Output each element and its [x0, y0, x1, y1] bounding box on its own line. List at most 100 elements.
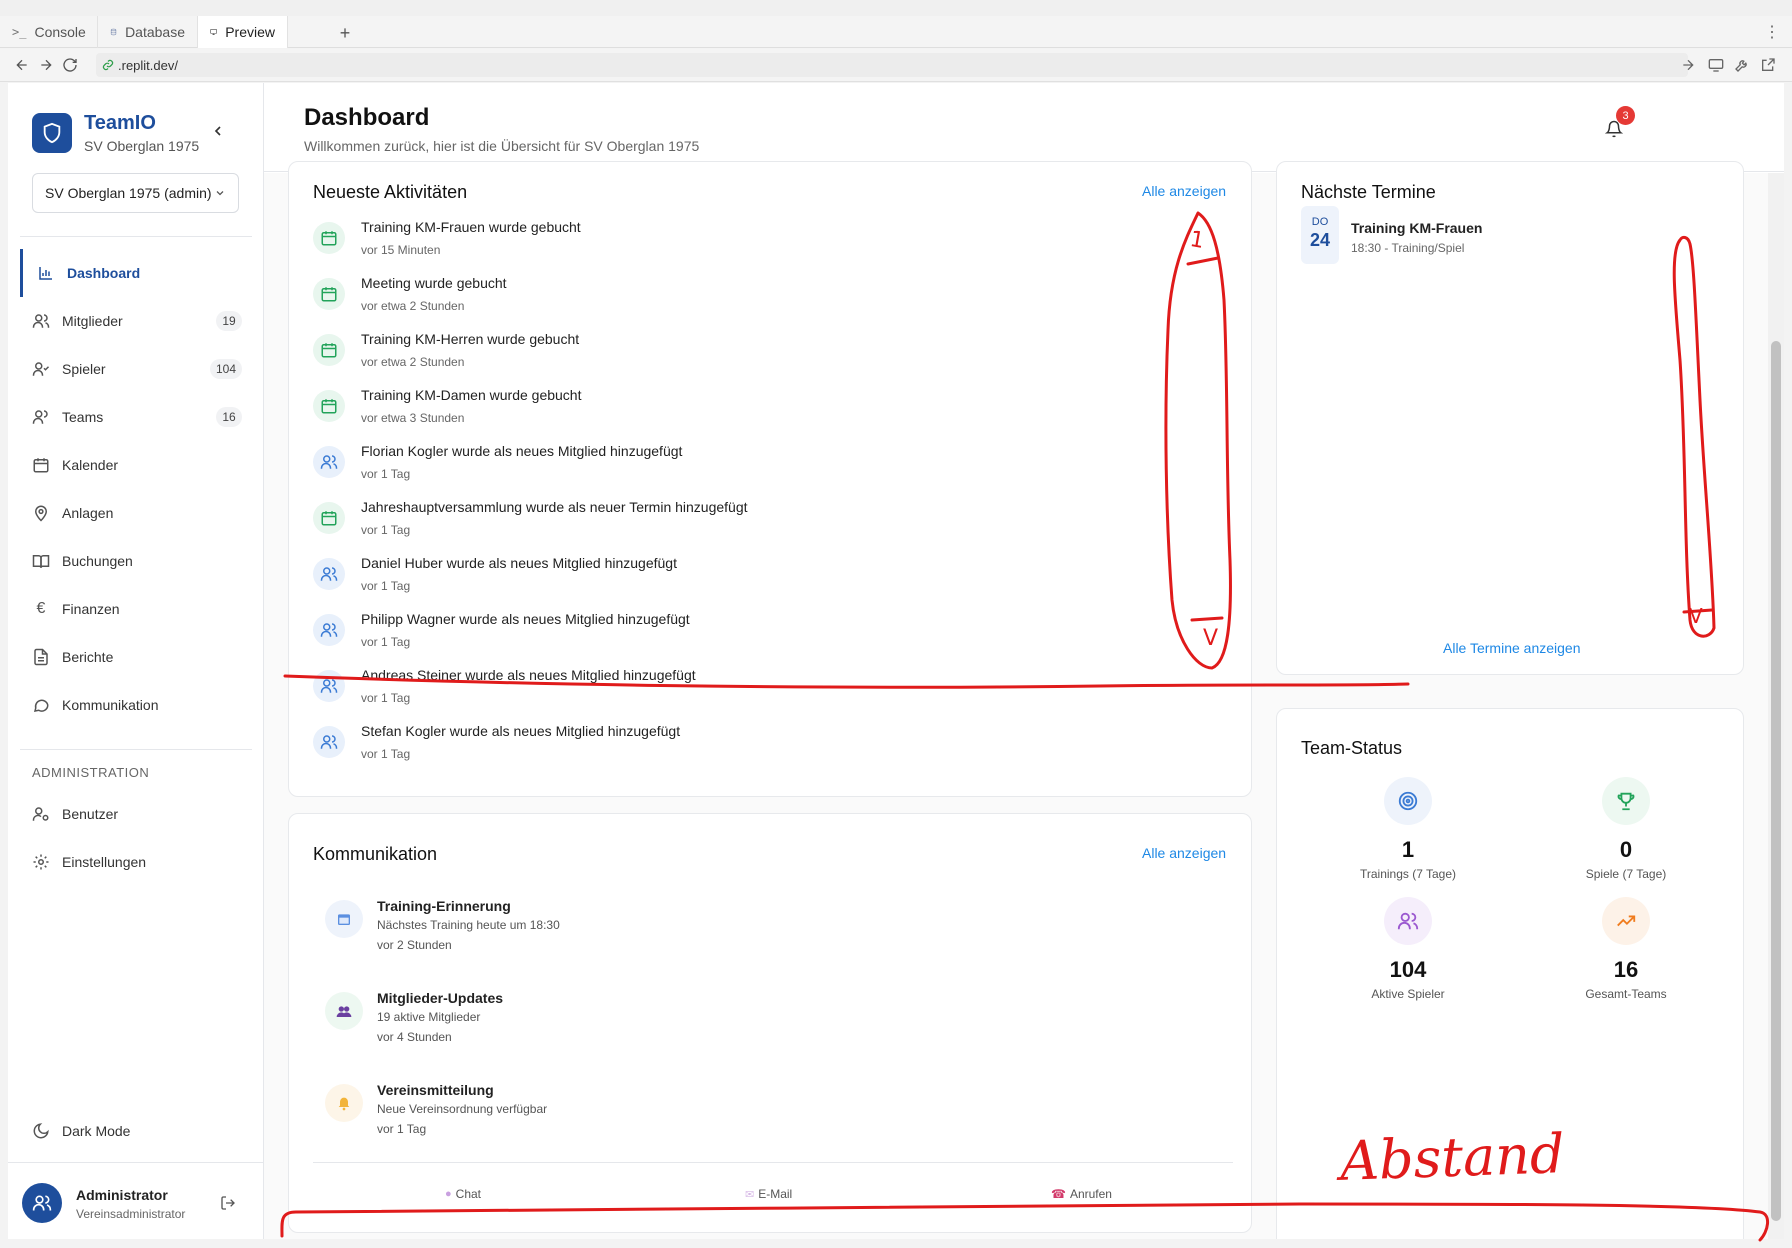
activity-item[interactable]: Daniel Huber wurde als neues Mitglied hi…	[313, 552, 1173, 608]
activity-time: vor 1 Tag	[361, 467, 411, 481]
activity-time: vor 1 Tag	[361, 579, 411, 593]
event-title[interactable]: Training KM-Frauen	[1351, 220, 1482, 236]
stat-label: Trainings (7 Tage)	[1359, 867, 1457, 881]
activity-item[interactable]: Meeting wurde gebucht vor etwa 2 Stunden	[313, 272, 1173, 328]
dark-mode-label: Dark Mode	[62, 1123, 131, 1139]
view-all-communication-link[interactable]: Alle anzeigen	[1142, 845, 1226, 861]
more-options-icon[interactable]: ⋮	[1764, 22, 1780, 42]
page-subtitle: Willkommen zurück, hier ist die Übersich…	[304, 138, 700, 154]
forward-arrow-icon[interactable]	[38, 57, 54, 73]
date-badge: DO 24	[1301, 206, 1339, 264]
sidebar-item-einstellungen[interactable]: Einstellungen	[20, 838, 252, 886]
moon-icon	[33, 1123, 49, 1139]
view-all-activities-link[interactable]: Alle anzeigen	[1142, 183, 1226, 199]
activity-item[interactable]: Training KM-Herren wurde gebucht vor etwa…	[313, 328, 1173, 384]
calendar-icon	[313, 502, 345, 534]
collapse-sidebar-icon[interactable]	[210, 123, 226, 139]
chat-button[interactable]: ● Chat	[445, 1187, 481, 1201]
sidebar-item-benutzer[interactable]: Benutzer	[20, 790, 252, 838]
url-field[interactable]: .replit.dev/	[96, 53, 1688, 77]
sidebar-item-finanzen[interactable]: € Finanzen	[20, 585, 252, 633]
activities-card: Neueste Aktivitäten Alle anzeigen Traini…	[288, 161, 1252, 797]
list-item[interactable]: Mitglieder-Updates 19 aktive Mitglieder …	[325, 984, 1125, 1064]
action-label: E-Mail	[758, 1187, 793, 1201]
sidebar-item-dashboard[interactable]: Dashboard	[20, 249, 252, 297]
sidebar-item-spieler[interactable]: Spieler 104	[20, 345, 252, 393]
annotation-mark-down: V	[1203, 626, 1219, 651]
card-title: Team-Status	[1301, 738, 1403, 758]
comm-time: vor 2 Stunden	[377, 938, 452, 952]
device-icon[interactable]	[1708, 57, 1724, 73]
sidebar-item-buchungen[interactable]: Buchungen	[20, 537, 252, 585]
club-selector[interactable]: SV Oberglan 1975 (admin)	[32, 173, 239, 213]
list-item[interactable]: Vereinsmitteilung Neue Vereinsordnung ve…	[325, 1076, 1125, 1156]
database-icon	[110, 28, 117, 36]
url-bar: .replit.dev/	[0, 49, 1792, 82]
card-title: Neueste Aktivitäten	[313, 182, 468, 202]
user-role: Vereinsadministrator	[76, 1207, 186, 1221]
sidebar-item-kommunikation[interactable]: Kommunikation	[20, 681, 252, 729]
activity-item[interactable]: Jahreshauptversammlung wurde als neuer T…	[313, 496, 1173, 552]
scrollbar-thumb[interactable]	[1771, 341, 1781, 1221]
upcoming-events-card: Nächste Termine DO 24 Training KM-Frauen…	[1276, 161, 1744, 675]
tab-console[interactable]: >_ Console	[0, 16, 98, 48]
activity-item[interactable]: Philipp Wagner wurde als neues Mitglied …	[313, 608, 1173, 664]
activity-item[interactable]: Andreas Steiner wurde als neues Mitglied…	[313, 664, 1173, 720]
dark-mode-toggle[interactable]: Dark Mode	[20, 1107, 252, 1155]
activity-item[interactable]: Training KM-Damen wurde gebucht vor etwa …	[313, 384, 1173, 440]
tab-database[interactable]: Database	[98, 16, 198, 48]
sidebar-item-label: Anlagen	[62, 505, 114, 521]
activity-text: Daniel Huber wurde als neues Mitglied hi…	[361, 555, 677, 571]
annotation-text-abstand: Abstand	[1338, 1122, 1566, 1193]
sidebar-item-mitglieder[interactable]: Mitglieder 19	[20, 297, 252, 345]
stat-label: Gesamt-Teams	[1585, 987, 1667, 1001]
chevron-down-icon	[216, 191, 224, 196]
main-content: Dashboard Willkommen zurück, hier ist di…	[264, 83, 1784, 1239]
external-link-icon[interactable]	[1760, 57, 1776, 73]
list-item[interactable]: Training-Erinnerung Nächstes Training he…	[325, 892, 1125, 972]
sidebar-item-label: Berichte	[62, 649, 114, 665]
team-icon	[32, 410, 48, 424]
sidebar-item-anlagen[interactable]: Anlagen	[20, 489, 252, 537]
sidebar-item-label: Benutzer	[62, 806, 119, 822]
go-arrow-icon[interactable]	[1680, 57, 1696, 73]
calendar-icon	[313, 222, 345, 254]
sidebar-item-kalender[interactable]: Kalender	[20, 441, 252, 489]
call-button[interactable]: ☎ Anrufen	[1051, 1187, 1112, 1201]
activity-item[interactable]: Stefan Kogler wurde als neues Mitglied h…	[313, 720, 1173, 776]
brand-name: TeamIO	[84, 112, 156, 134]
email-button[interactable]: ✉ E-Mail	[745, 1187, 792, 1201]
devtools-wrench-icon[interactable]	[1734, 57, 1750, 73]
reload-icon[interactable]	[62, 57, 78, 73]
users-icon	[313, 558, 345, 590]
logout-icon[interactable]	[220, 1195, 236, 1211]
user-check-icon	[32, 362, 50, 376]
activity-text: Florian Kogler wurde als neues Mitglied …	[361, 443, 683, 459]
comm-desc: 19 aktive Mitglieder	[377, 1010, 481, 1024]
tab-preview[interactable]: Preview	[198, 16, 288, 48]
sidebar-item-berichte[interactable]: Berichte	[20, 633, 252, 681]
activity-time: vor 15 Minuten	[361, 243, 441, 257]
add-tab-button[interactable]: +	[334, 22, 356, 44]
people-icon	[325, 992, 363, 1030]
activity-time: vor 1 Tag	[361, 635, 411, 649]
comm-desc: Neue Vereinsordnung verfügbar	[377, 1102, 548, 1116]
scrollbar[interactable]	[1768, 173, 1784, 1239]
activity-item[interactable]: Training KM-Frauen wurde gebucht vor 15 M…	[313, 216, 1173, 272]
phone-icon: ☎	[1051, 1187, 1066, 1201]
sidebar-item-teams[interactable]: Teams 16	[20, 393, 252, 441]
count-badge: 104	[209, 359, 242, 379]
view-all-events-link[interactable]: Alle Termine anzeigen	[1443, 640, 1581, 656]
calendar-icon	[313, 278, 345, 310]
monitor-icon	[210, 28, 217, 36]
page-title: Dashboard	[304, 104, 430, 131]
stat-total-teams: 16 Gesamt-Teams	[1546, 897, 1706, 1001]
back-arrow-icon[interactable]	[14, 57, 30, 73]
users-icon	[313, 446, 345, 478]
comm-time: vor 4 Stunden	[377, 1030, 452, 1044]
avatar[interactable]	[22, 1183, 62, 1223]
comm-title: Vereinsmitteilung	[377, 1082, 494, 1098]
app-window: TeamIO SV Oberglan 1975 SV Oberglan 1975…	[8, 83, 1784, 1239]
activity-item[interactable]: Florian Kogler wurde als neues Mitglied …	[313, 440, 1173, 496]
dark-mode-row[interactable]: Dark Mode	[20, 1107, 252, 1155]
